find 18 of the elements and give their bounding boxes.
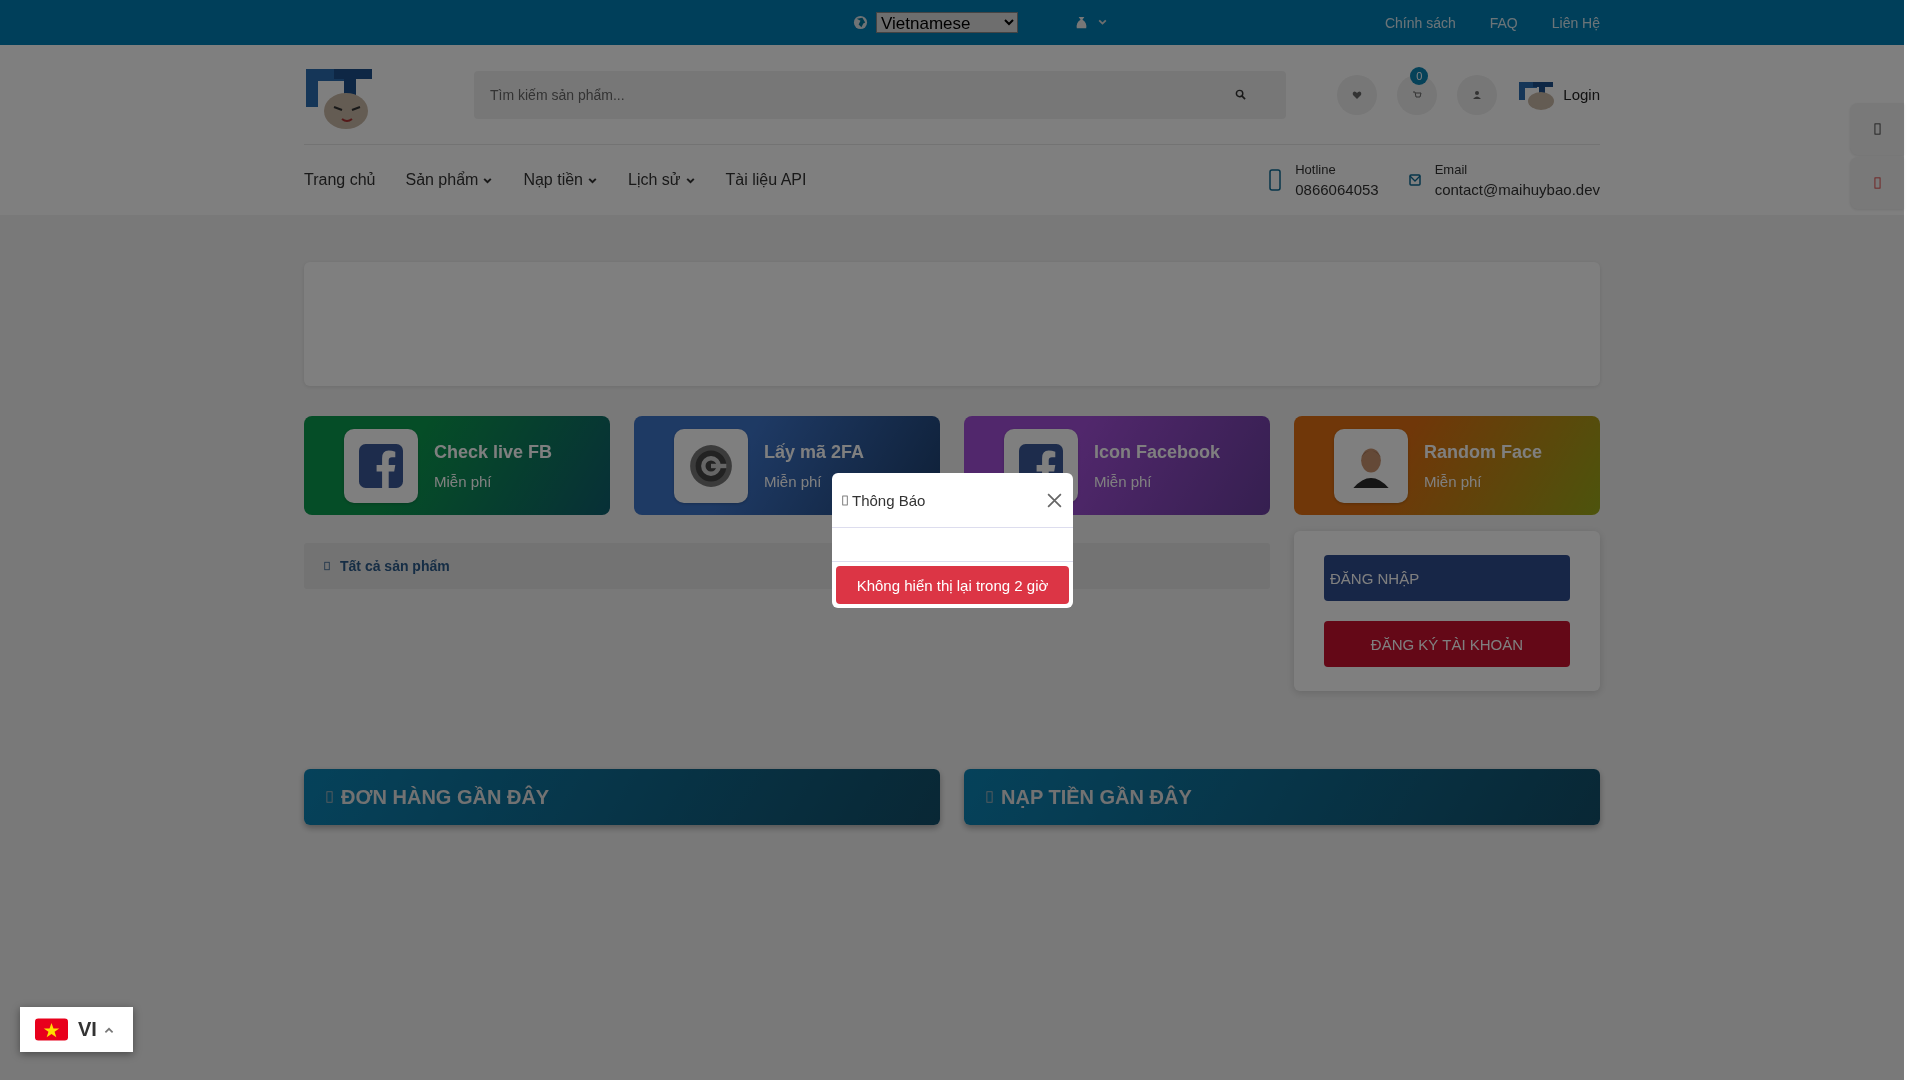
- tool-price: Miễn phí: [1094, 472, 1153, 490]
- tool-price: Miễn phí: [434, 472, 493, 490]
- cart-count-badge: 0: [1410, 66, 1429, 85]
- language-code: VI: [78, 1018, 97, 1041]
- section-title: ĐƠN HÀNG GẦN ĐÂY: [341, 785, 550, 809]
- tool-title: Random Face: [1424, 441, 1543, 463]
- tool-price: Miễn phí: [764, 472, 823, 490]
- products-bar-title: Tất cả sản phẩm: [340, 558, 450, 574]
- tool-title: Lấy mã 2FA: [764, 441, 865, 463]
- contact-label: Email: [1434, 162, 1469, 177]
- tool-price: Miễn phí: [1424, 472, 1483, 490]
- contact-value: 0866064053: [1295, 181, 1379, 198]
- section-title: NẠP TIỀN GẦN ĐÂY: [1001, 785, 1192, 809]
- tool-title: Icon Facebook: [1094, 441, 1221, 463]
- contact-label: Hotline: [1295, 162, 1337, 177]
- contact-value: contact@maihuybao.dev: [1434, 181, 1600, 198]
- dialog-title: Thông Báo: [852, 491, 926, 509]
- tool-title: Check live FB: [434, 441, 553, 463]
